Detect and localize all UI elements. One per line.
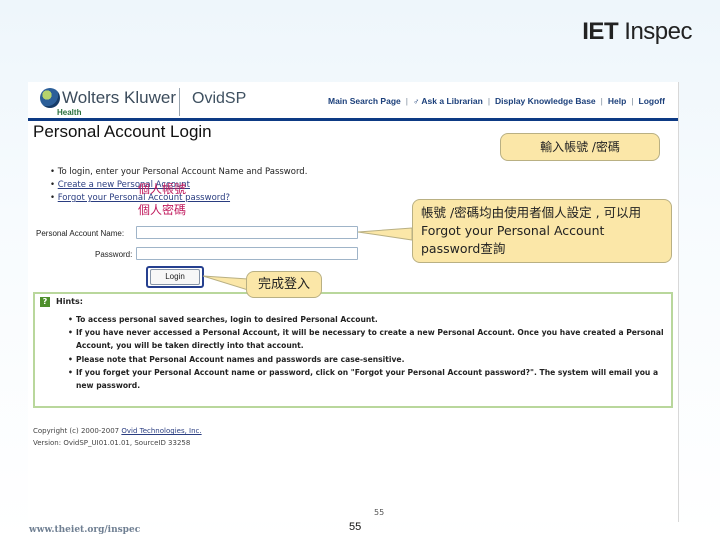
annotation-password: 個人密碼: [138, 203, 187, 217]
account-name-field[interactable]: [136, 226, 358, 239]
footer-url: www.theiet.org/inspec: [29, 525, 141, 535]
hints-list: To access personal saved searches, login…: [68, 313, 669, 392]
annotation-account: 個人帳號: [138, 182, 187, 196]
list-item: Please note that Personal Account names …: [68, 353, 669, 366]
list-item: If you forget your Personal Account name…: [68, 366, 669, 392]
callout-login-complete: 完成登入: [246, 271, 322, 298]
nav-display-knowledge-base[interactable]: Display Knowledge Base: [495, 96, 596, 106]
nav-help[interactable]: Help: [608, 96, 626, 106]
ovidsp-logo: OvidSP: [192, 90, 247, 107]
copyright-block: Copyright (c) 2000-2007 Ovid Technologie…: [33, 425, 202, 449]
password-field[interactable]: [136, 247, 358, 260]
globe-icon: [40, 88, 60, 108]
callout-enter-credentials: 輸入帳號 /密碼: [500, 133, 660, 161]
list-item: If you have never accessed a Personal Ac…: [68, 326, 669, 352]
brand-name: Wolters Kluwer: [62, 88, 176, 107]
account-name-label: Personal Account Name:: [36, 229, 125, 238]
callout-account-info: 帳號 /密碼均由使用者個人設定 , 可以用 Forgot your Person…: [412, 199, 672, 263]
instruction-text: To login, enter your Personal Account Na…: [57, 167, 308, 177]
nav-bar-rule: [28, 118, 678, 121]
password-label: Password:: [95, 250, 133, 259]
page-title: Personal Account Login: [33, 122, 212, 141]
ovid-technologies-link[interactable]: Ovid Technologies, Inc.: [121, 427, 201, 435]
screenshot-page-number: 55: [374, 508, 385, 517]
logo-divider: [179, 88, 180, 116]
version-text: Version: OvidSP_UI01.01.01, SourceID 332…: [33, 439, 191, 447]
brand-sub: Health: [57, 108, 82, 117]
red-annotations: 個人帳號 個人密碼: [138, 179, 186, 221]
nav-ask-a-librarian[interactable]: Ask a Librarian: [421, 96, 482, 106]
copyright-text: Copyright (c) 2000-2007: [33, 427, 120, 435]
wolters-kluwer-logo: Wolters Kluwer: [40, 88, 176, 108]
iet-inspec-logo: IET Inspec: [582, 18, 692, 46]
login-button-highlight: [146, 266, 204, 288]
logo-brand: IET: [582, 18, 619, 45]
nav-logoff[interactable]: Logoff: [639, 96, 665, 106]
nav-main-search-page[interactable]: Main Search Page: [328, 96, 401, 106]
slide-page-number: 55: [349, 521, 362, 533]
hints-box: ? Hints: To access personal saved search…: [33, 292, 673, 408]
hints-title: Hints:: [56, 297, 83, 306]
list-item: To access personal saved searches, login…: [68, 313, 669, 326]
question-icon: ?: [40, 297, 50, 307]
top-navigation: Main Search Page | ♂ Ask a Librarian | Displ…: [328, 96, 665, 106]
logo-product: Inspec: [624, 18, 692, 45]
list-item: • To login, enter your Personal Account …: [50, 167, 308, 177]
